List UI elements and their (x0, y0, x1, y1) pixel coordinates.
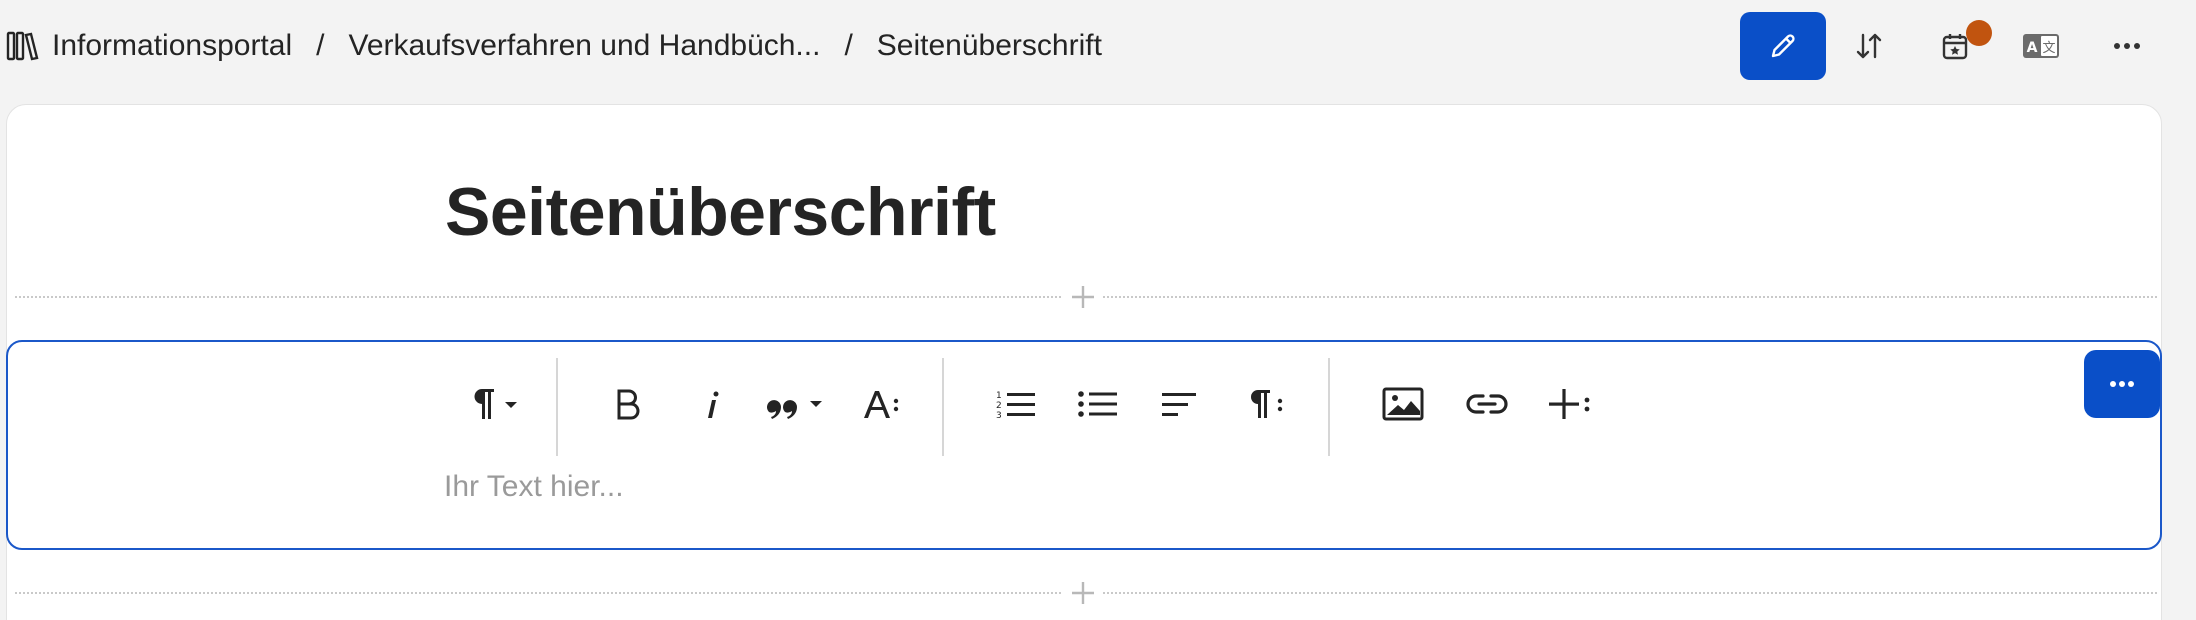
breadcrumb-item-portal[interactable]: Informationsportal (52, 29, 292, 63)
insert-link-button[interactable] (1454, 374, 1520, 434)
link-icon (1466, 392, 1508, 416)
toolbar-separator (556, 358, 558, 456)
toolbar-separator (942, 358, 944, 456)
text-format-button[interactable] (854, 374, 910, 434)
plus-icon (1070, 580, 1096, 606)
italic-button[interactable] (682, 374, 742, 434)
editor-toolbar: 1 2 3 (8, 352, 2160, 456)
svg-text:A: A (2027, 40, 2038, 56)
pencil-icon (1767, 30, 1799, 62)
breadcrumb-separator: / (316, 29, 325, 62)
schedule-button[interactable] (1912, 12, 1998, 80)
svg-text:2: 2 (996, 401, 1002, 411)
insert-image-button[interactable] (1370, 374, 1436, 434)
breadcrumb-item-handbooks[interactable]: Verkaufsverfahren und Handbüch... (348, 29, 820, 63)
plus-icon (1070, 284, 1096, 310)
sort-button[interactable] (1826, 12, 1912, 80)
breadcrumb: Informationsportal / Verkaufsverfahren u… (6, 28, 1102, 64)
italic-icon (702, 388, 722, 420)
toolbar-separator (1328, 358, 1330, 456)
numbered-list-icon: 1 2 3 (996, 388, 1036, 420)
quote-icon (766, 388, 828, 420)
block-options-button[interactable] (2084, 350, 2160, 418)
bold-icon (614, 388, 642, 420)
svg-text:文: 文 (2042, 41, 2055, 56)
image-icon (1382, 387, 1424, 421)
breadcrumb-item-current: Seitenüberschrift (876, 29, 1102, 62)
insert-more-button[interactable] (1536, 374, 1602, 434)
text-format-icon (862, 388, 902, 420)
add-section-button[interactable] (1063, 573, 1103, 613)
svg-text:3: 3 (996, 411, 1002, 420)
numbered-list-button[interactable]: 1 2 3 (986, 374, 1046, 434)
translate-icon: A 文 (2022, 32, 2060, 60)
text-placeholder[interactable]: Ihr Text hier... (444, 470, 624, 504)
bullet-list-button[interactable] (1068, 374, 1128, 434)
more-button[interactable] (2084, 12, 2170, 80)
bullet-list-icon (1078, 388, 1118, 420)
align-button[interactable] (1150, 374, 1210, 434)
page-title[interactable]: Seitenüberschrift (445, 173, 996, 251)
svg-text:1: 1 (996, 391, 1002, 401)
paragraph-style-dropdown[interactable] (462, 374, 526, 434)
top-bar: Informationsportal / Verkaufsverfahren u… (0, 0, 2196, 92)
breadcrumb-separator: / (844, 29, 853, 62)
align-left-icon (1161, 388, 1199, 420)
add-section-button[interactable] (1063, 277, 1103, 317)
pilcrow-icon (469, 387, 519, 421)
paragraph-options-button[interactable] (1236, 374, 1296, 434)
library-icon (6, 29, 40, 63)
bold-button[interactable] (598, 374, 658, 434)
plus-more-icon (1547, 388, 1591, 420)
ellipsis-icon (2113, 42, 2141, 50)
sort-arrows-icon (1853, 30, 1885, 62)
quote-dropdown[interactable] (760, 374, 834, 434)
notification-badge (1966, 20, 1992, 46)
text-editor-block[interactable]: 1 2 3 Ihr Text hier... (6, 340, 2162, 550)
ellipsis-icon (2109, 380, 2135, 388)
translate-button[interactable]: A 文 (1998, 12, 2084, 80)
edit-button[interactable] (1740, 12, 1826, 80)
pilcrow-more-icon (1247, 388, 1285, 420)
